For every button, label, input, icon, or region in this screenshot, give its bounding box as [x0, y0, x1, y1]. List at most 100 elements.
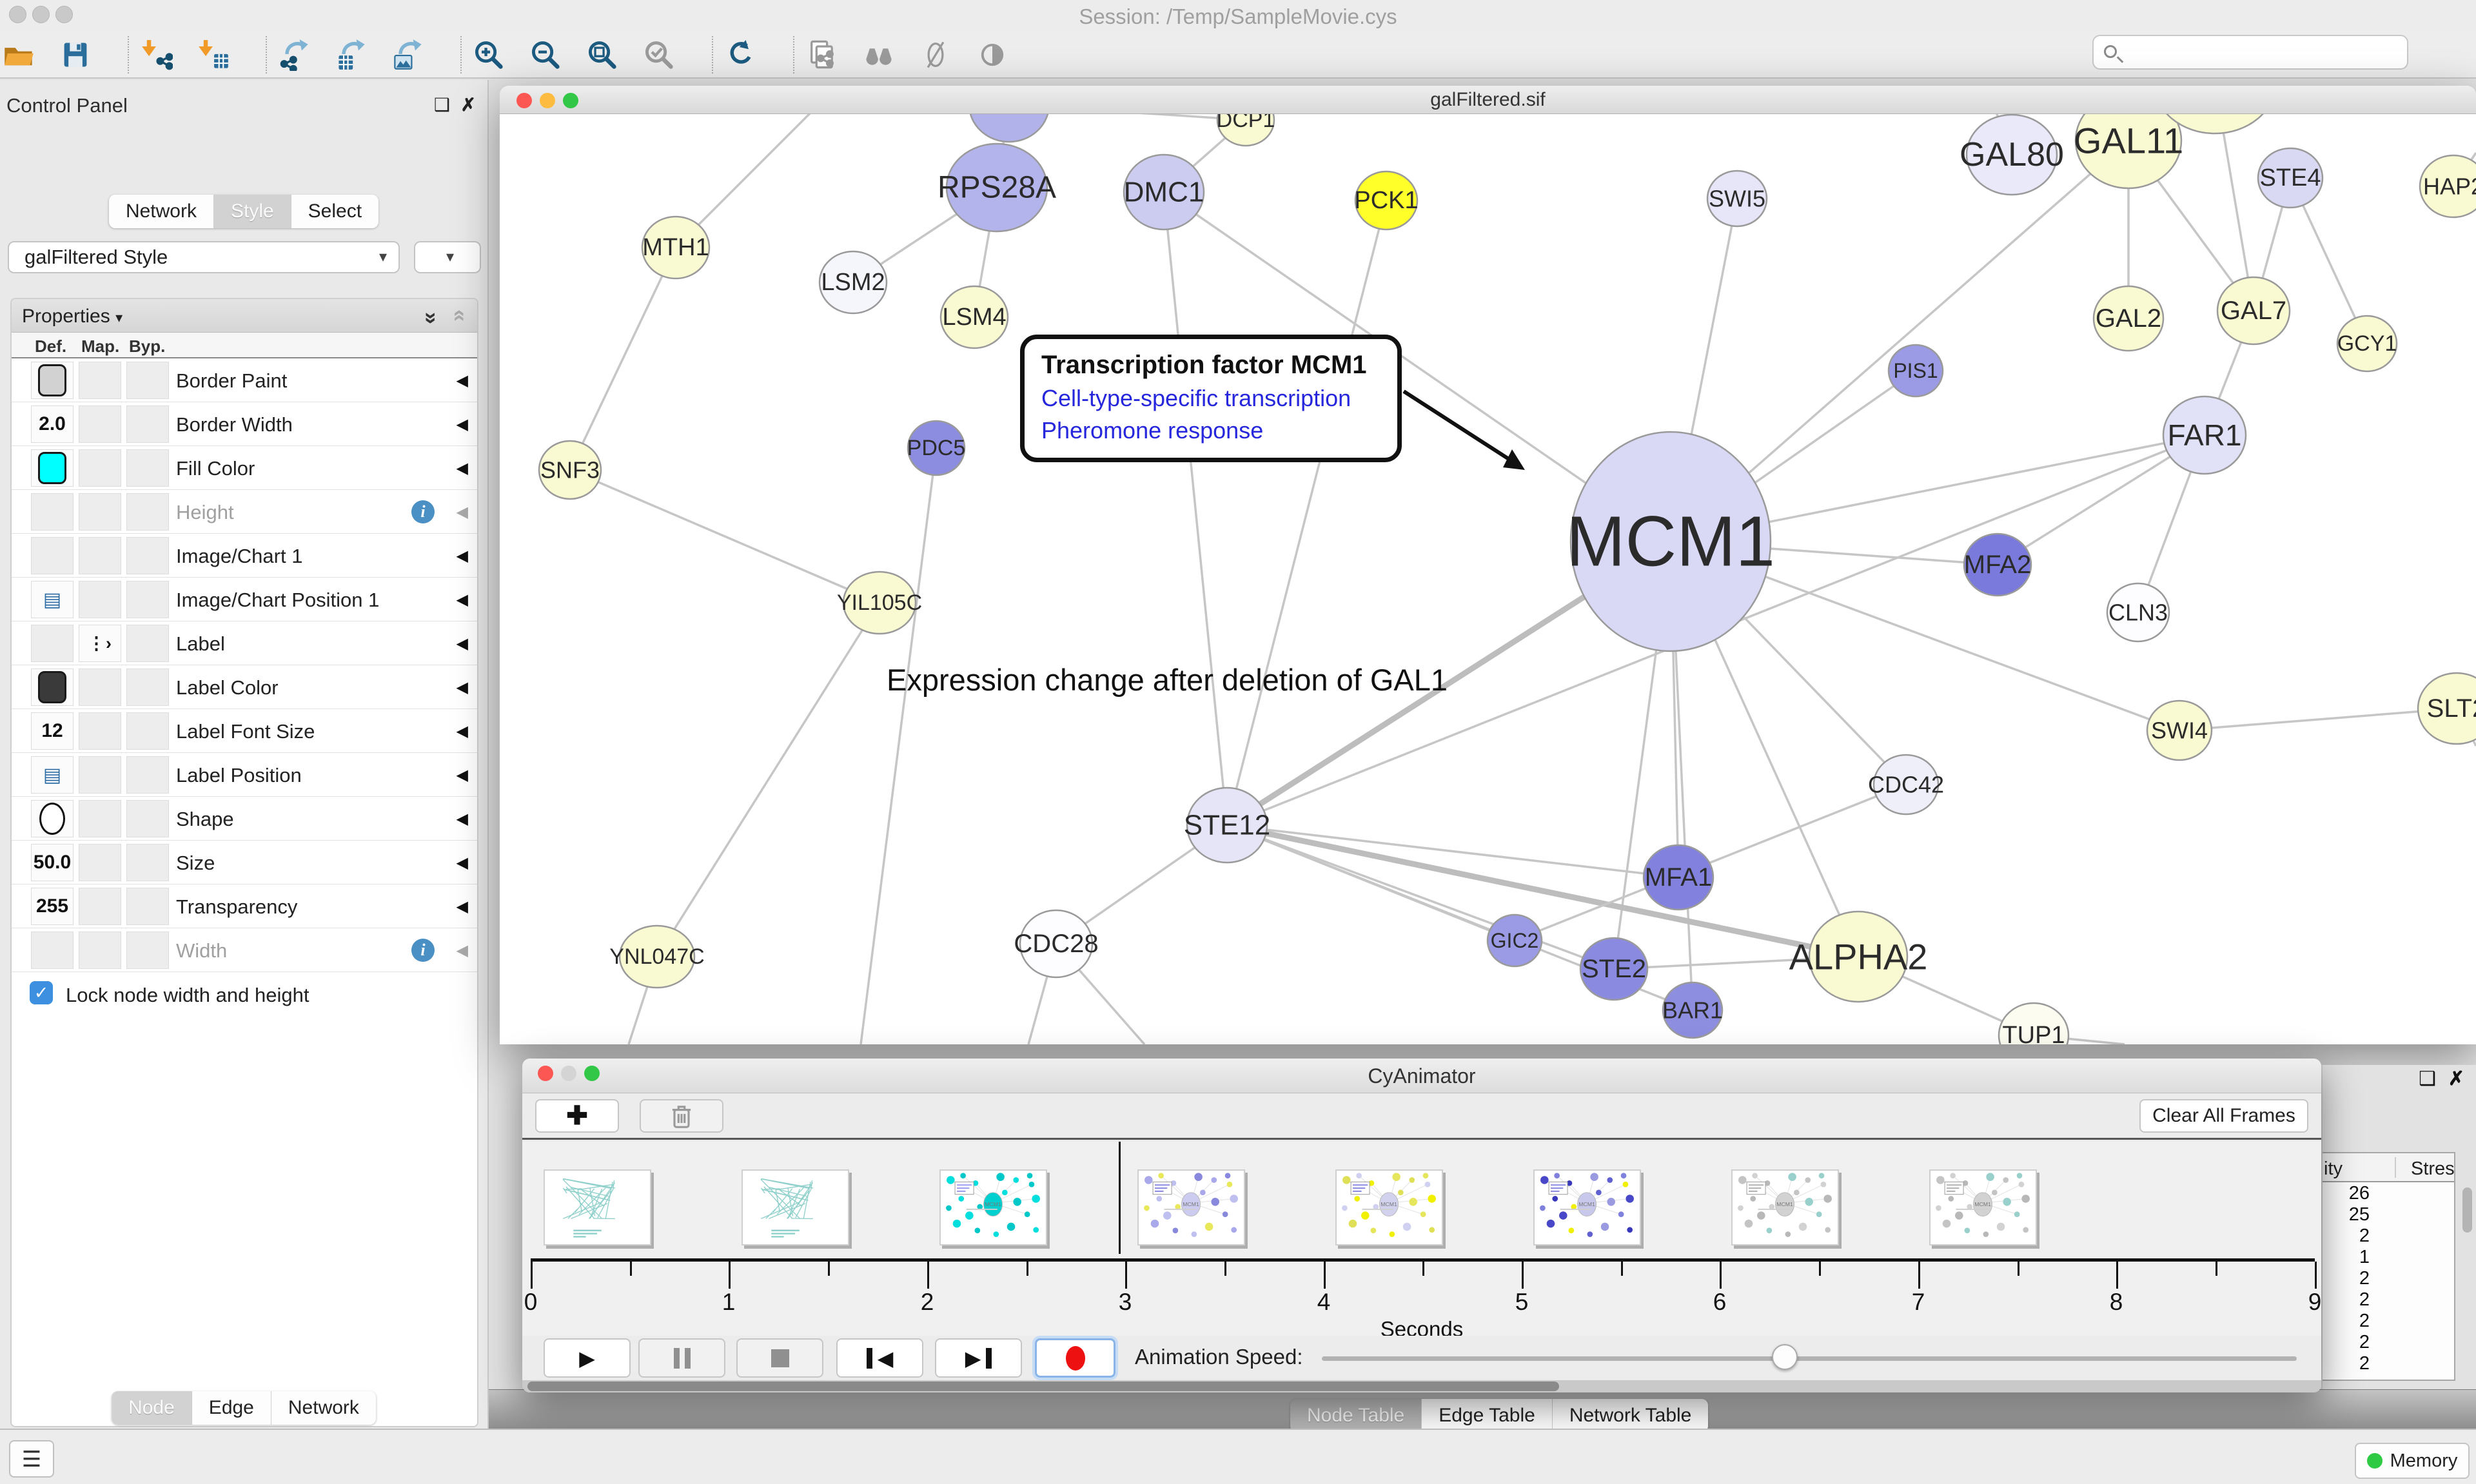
pause-button[interactable] [638, 1338, 725, 1378]
animation-frame-2[interactable] [742, 1169, 849, 1245]
animation-frame-1[interactable] [544, 1169, 651, 1245]
property-row[interactable]: Border Paint◀ [12, 358, 477, 402]
cyanimator-titlebar[interactable]: CyAnimator [522, 1059, 2321, 1093]
annotation-link-2[interactable]: Pheromone response [1041, 417, 1380, 444]
memory-button[interactable]: Memory [2355, 1443, 2470, 1479]
table-row[interactable]: 26 [2323, 1182, 2454, 1204]
save-session-icon[interactable] [59, 39, 92, 71]
property-row[interactable]: Image/Chart 1◀ [12, 534, 477, 578]
mcm1-annotation[interactable]: Transcription factor MCM1 Cell-type-spec… [1020, 335, 1402, 462]
export-network-icon[interactable] [279, 39, 311, 71]
maximize-network-icon[interactable] [563, 93, 578, 108]
close-animator-icon[interactable] [538, 1066, 553, 1081]
network-canvas[interactable]: DCP1RPS28ADMC1PCK1SWI5GAL80GAL11STE4HAP2… [500, 114, 2476, 1044]
property-row[interactable]: 12Label Font Size◀ [12, 709, 477, 753]
delete-frame-button[interactable] [640, 1099, 723, 1133]
table-row[interactable]: 2 [2323, 1225, 2454, 1246]
collapse-all-icon[interactable]: » [446, 312, 471, 322]
property-row[interactable]: Shape◀ [12, 797, 477, 841]
float-table-icon[interactable]: ❑ [2419, 1068, 2436, 1090]
search-input[interactable] [2092, 35, 2408, 70]
maximize-animator-icon[interactable] [584, 1066, 600, 1081]
animation-speed-handle[interactable] [1772, 1344, 1798, 1370]
property-context-arrow-icon[interactable]: ◀ [457, 766, 468, 785]
property-context-arrow-icon[interactable]: ◀ [457, 722, 468, 741]
float-panel-icon[interactable]: ❑ [434, 94, 450, 115]
animation-frame-3[interactable]: MCM1 [939, 1169, 1047, 1245]
record-button[interactable] [1035, 1338, 1115, 1378]
tab-network-table[interactable]: Network Table [1553, 1399, 1709, 1432]
export-table-icon[interactable] [335, 39, 368, 71]
play-button[interactable]: ▶ [544, 1338, 631, 1378]
lock-size-checkbox[interactable]: ✓ [30, 981, 53, 1004]
property-context-arrow-icon[interactable]: ◀ [457, 459, 468, 478]
properties-header[interactable]: Properties ▾ » » [12, 299, 477, 333]
tab-node-style[interactable]: Node [112, 1391, 192, 1425]
import-network-icon[interactable] [141, 39, 173, 71]
show-eye-icon[interactable] [976, 39, 1008, 71]
open-session-icon[interactable] [3, 39, 35, 71]
property-row[interactable]: Widthi◀ [12, 928, 477, 972]
property-row[interactable]: ▤Image/Chart Position 1◀ [12, 578, 477, 621]
refresh-icon[interactable] [725, 39, 757, 71]
table-row[interactable]: 2 [2323, 1352, 2454, 1374]
table-column-centrality[interactable]: ity [2324, 1158, 2343, 1180]
animation-speed-slider[interactable] [1322, 1356, 2297, 1361]
style-options-button[interactable]: ▾ [414, 241, 481, 273]
property-context-arrow-icon[interactable]: ◀ [457, 415, 468, 434]
animation-frame-6[interactable]: MCM1 [1533, 1169, 1641, 1245]
timeline-scrollbar-thumb[interactable] [527, 1381, 1559, 1391]
property-context-arrow-icon[interactable]: ◀ [457, 547, 468, 565]
expand-all-icon[interactable]: » [418, 312, 444, 322]
property-row[interactable]: ▤Label Position◀ [12, 753, 477, 797]
skip-to-start-button[interactable]: ◀ [836, 1338, 923, 1378]
zoom-fit-icon[interactable] [587, 39, 619, 71]
stop-button[interactable] [736, 1338, 823, 1378]
hide-glasses-icon[interactable] [919, 39, 952, 71]
add-frame-button[interactable]: ✚ [535, 1099, 619, 1133]
animation-timeline[interactable]: MCM1MCM1MCM1MCM1MCM1MCM1 0123456789 Seco… [522, 1142, 2321, 1336]
property-row[interactable]: Heighti◀ [12, 490, 477, 534]
tab-edge-style[interactable]: Edge [192, 1391, 271, 1425]
zoom-selected-icon[interactable] [644, 39, 676, 71]
property-row[interactable]: Label Color◀ [12, 665, 477, 709]
property-context-arrow-icon[interactable]: ◀ [457, 678, 468, 697]
network-window-titlebar[interactable]: galFiltered.sif [500, 86, 2476, 114]
property-row[interactable]: 255Transparency◀ [12, 884, 477, 928]
clear-all-frames-button[interactable]: Clear All Frames [2139, 1099, 2308, 1133]
property-row[interactable]: Fill Color◀ [12, 446, 477, 490]
close-panel-icon[interactable]: ✗ [461, 94, 476, 115]
property-context-arrow-icon[interactable]: ◀ [457, 941, 468, 960]
property-context-arrow-icon[interactable]: ◀ [457, 634, 468, 653]
tab-edge-table[interactable]: Edge Table [1422, 1399, 1553, 1432]
timeline-scrollbar[interactable] [522, 1380, 2321, 1392]
property-context-arrow-icon[interactable]: ◀ [457, 371, 468, 390]
show-panels-button[interactable]: ☰ [9, 1440, 54, 1478]
table-row[interactable]: 2 [2323, 1267, 2454, 1289]
annotation-link-1[interactable]: Cell-type-specific transcription [1041, 385, 1380, 412]
skip-to-end-button[interactable]: ▶ [935, 1338, 1022, 1378]
zoom-out-icon[interactable] [530, 39, 562, 71]
table-column-stress[interactable]: Stres [2411, 1158, 2455, 1180]
timeline-playhead[interactable] [1119, 1142, 1121, 1254]
network-node-clipped[interactable] [969, 114, 1049, 142]
style-selector[interactable]: galFiltered Style▾ [8, 241, 400, 273]
minimize-animator-icon[interactable] [561, 1066, 576, 1081]
table-row[interactable]: 2 [2323, 1331, 2454, 1352]
close-network-icon[interactable] [516, 93, 532, 108]
tab-network[interactable]: Network [109, 195, 214, 228]
table-row[interactable]: 25 [2323, 1204, 2454, 1225]
import-table-icon[interactable] [197, 39, 230, 71]
table-row[interactable]: 2 [2323, 1289, 2454, 1310]
animation-frame-7[interactable]: MCM1 [1731, 1169, 1839, 1245]
zoom-in-icon[interactable] [473, 39, 506, 71]
property-row[interactable]: ⋮›Label◀ [12, 621, 477, 665]
close-table-icon[interactable]: ✗ [2448, 1068, 2464, 1090]
property-context-arrow-icon[interactable]: ◀ [457, 503, 468, 522]
tab-node-table[interactable]: Node Table [1290, 1399, 1422, 1432]
property-row[interactable]: 2.0Border Width◀ [12, 402, 477, 446]
property-context-arrow-icon[interactable]: ◀ [457, 897, 468, 916]
minimize-network-icon[interactable] [540, 93, 555, 108]
animation-frame-5[interactable]: MCM1 [1335, 1169, 1443, 1245]
animation-frame-8[interactable]: MCM1 [1929, 1169, 2037, 1245]
